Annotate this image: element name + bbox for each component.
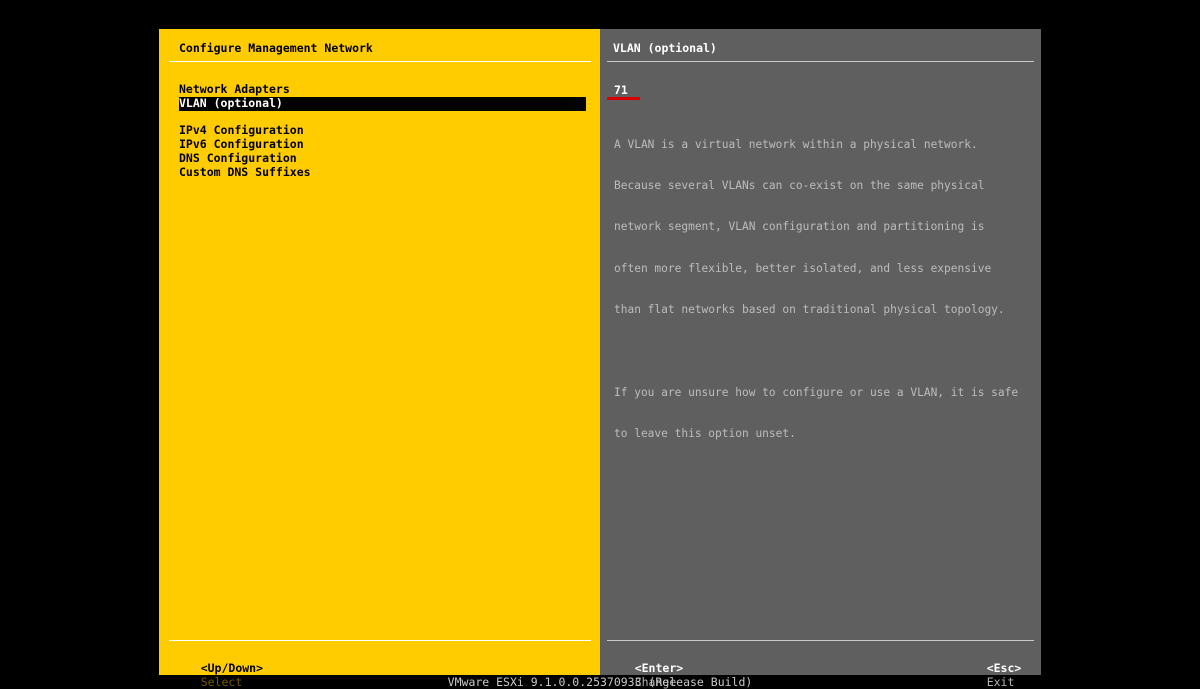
description-line: than flat networks based on traditional … bbox=[614, 303, 1005, 317]
right-footer-divider bbox=[607, 640, 1034, 641]
vlan-description: A VLAN is a virtual network within a phy… bbox=[614, 110, 1034, 469]
description-blank-line bbox=[614, 345, 1034, 359]
menu-item-dns-configuration[interactable]: DNS Configuration bbox=[179, 151, 586, 166]
enter-key: <Enter> bbox=[634, 661, 684, 675]
network-config-menu: Network Adapters VLAN (optional) IPv4 Co… bbox=[179, 82, 586, 180]
menu-item-network-adapters[interactable]: Network Adapters bbox=[179, 82, 586, 97]
description-line: Because several VLANs can co-exist on th… bbox=[614, 178, 985, 192]
esxi-version-string: VMware ESXi 9.1.0.0.25370933 (Release Bu… bbox=[447, 675, 753, 689]
right-header-divider bbox=[607, 61, 1034, 62]
esc-key: <Esc> bbox=[986, 661, 1022, 675]
description-line: to leave this option unset. bbox=[614, 427, 796, 441]
menu-spacer bbox=[179, 111, 586, 125]
description-line: network segment, VLAN configuration and … bbox=[614, 220, 985, 234]
up-down-key: <Up/Down> bbox=[200, 661, 264, 675]
description-line: often more flexible, better isolated, an… bbox=[614, 261, 992, 275]
left-footer-divider bbox=[169, 640, 591, 641]
esxi-dcui-screen: Configure Management Network VLAN (optio… bbox=[0, 0, 1200, 689]
left-header-divider bbox=[169, 61, 591, 62]
menu-item-custom-dns-suffixes[interactable]: Custom DNS Suffixes bbox=[179, 165, 586, 180]
menu-item-ipv4-configuration[interactable]: IPv4 Configuration bbox=[179, 124, 586, 138]
left-panel-title: Configure Management Network bbox=[179, 41, 373, 55]
right-panel-title: VLAN (optional) bbox=[613, 41, 717, 55]
menu-item-vlan[interactable]: VLAN (optional) bbox=[179, 96, 586, 111]
vlan-id-value: 71 bbox=[614, 83, 628, 97]
vlan-value-underline bbox=[607, 97, 640, 100]
description-line: A VLAN is a virtual network within a phy… bbox=[614, 137, 978, 151]
menu-item-ipv6-configuration[interactable]: IPv6 Configuration bbox=[179, 137, 586, 152]
description-line: If you are unsure how to configure or us… bbox=[614, 385, 1019, 399]
